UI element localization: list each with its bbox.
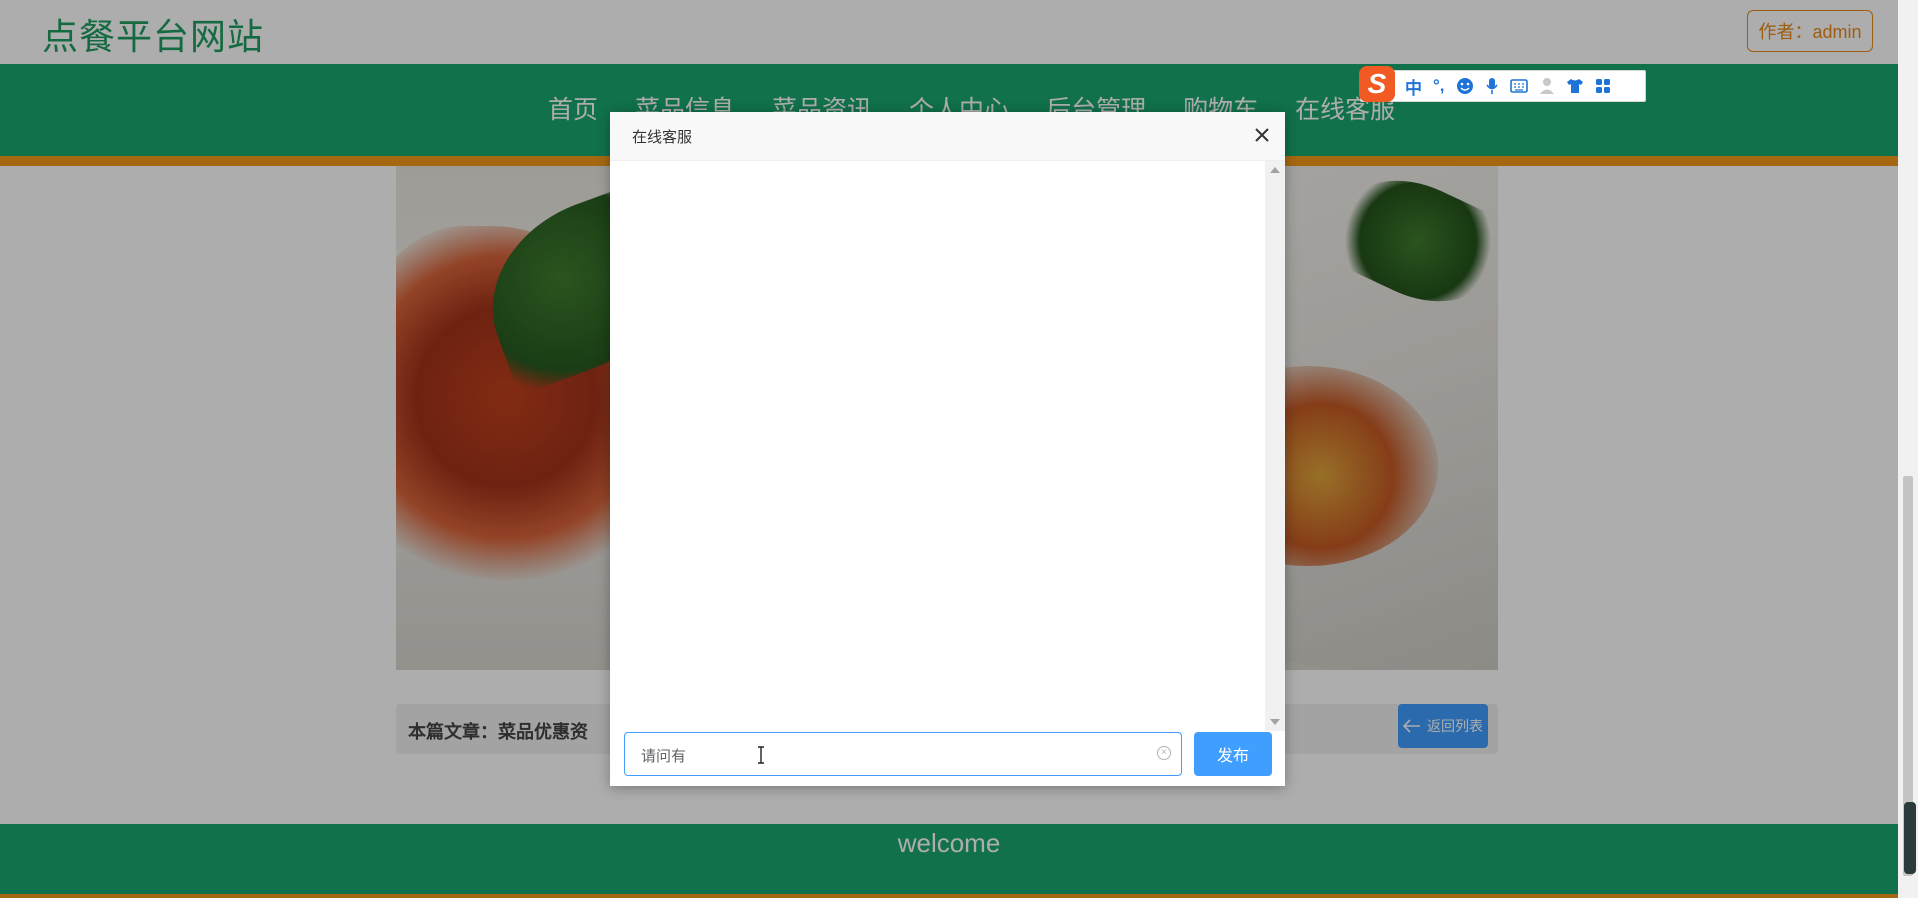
message-input[interactable] bbox=[641, 745, 1121, 765]
scroll-down-arrow-icon[interactable] bbox=[1270, 719, 1280, 725]
publish-button[interactable]: 发布 bbox=[1194, 732, 1272, 776]
clear-input-icon[interactable]: × bbox=[1157, 746, 1171, 760]
emoji-icon[interactable] bbox=[1456, 77, 1474, 95]
microphone-icon[interactable] bbox=[1485, 77, 1499, 95]
user-icon[interactable] bbox=[1539, 77, 1555, 95]
text-cursor-icon bbox=[758, 746, 764, 764]
floating-widget[interactable] bbox=[1904, 802, 1916, 874]
scroll-up-arrow-icon[interactable] bbox=[1270, 167, 1280, 173]
online-service-dialog: 在线客服 × 发布 bbox=[610, 112, 1285, 786]
sogou-logo-icon[interactable]: S bbox=[1359, 66, 1395, 102]
skin-shirt-icon[interactable] bbox=[1566, 77, 1584, 95]
close-icon[interactable] bbox=[1251, 124, 1273, 146]
page-scrollbar[interactable] bbox=[1898, 0, 1918, 898]
chat-scrollbar[interactable] bbox=[1265, 161, 1285, 731]
dialog-title: 在线客服 bbox=[632, 129, 693, 146]
chat-message-area[interactable] bbox=[610, 161, 1265, 731]
apps-grid-icon[interactable] bbox=[1595, 78, 1611, 94]
ime-toolbar: S 中 °, bbox=[1359, 66, 1646, 102]
dialog-header: 在线客服 bbox=[610, 112, 1285, 161]
ime-icons: 中 °, bbox=[1405, 74, 1611, 99]
ime-mode-toggle[interactable]: 中 bbox=[1405, 74, 1422, 99]
keyboard-icon[interactable] bbox=[1509, 78, 1528, 94]
message-input-wrapper[interactable]: × bbox=[624, 732, 1182, 776]
ime-punct-toggle[interactable]: °, bbox=[1433, 76, 1445, 96]
